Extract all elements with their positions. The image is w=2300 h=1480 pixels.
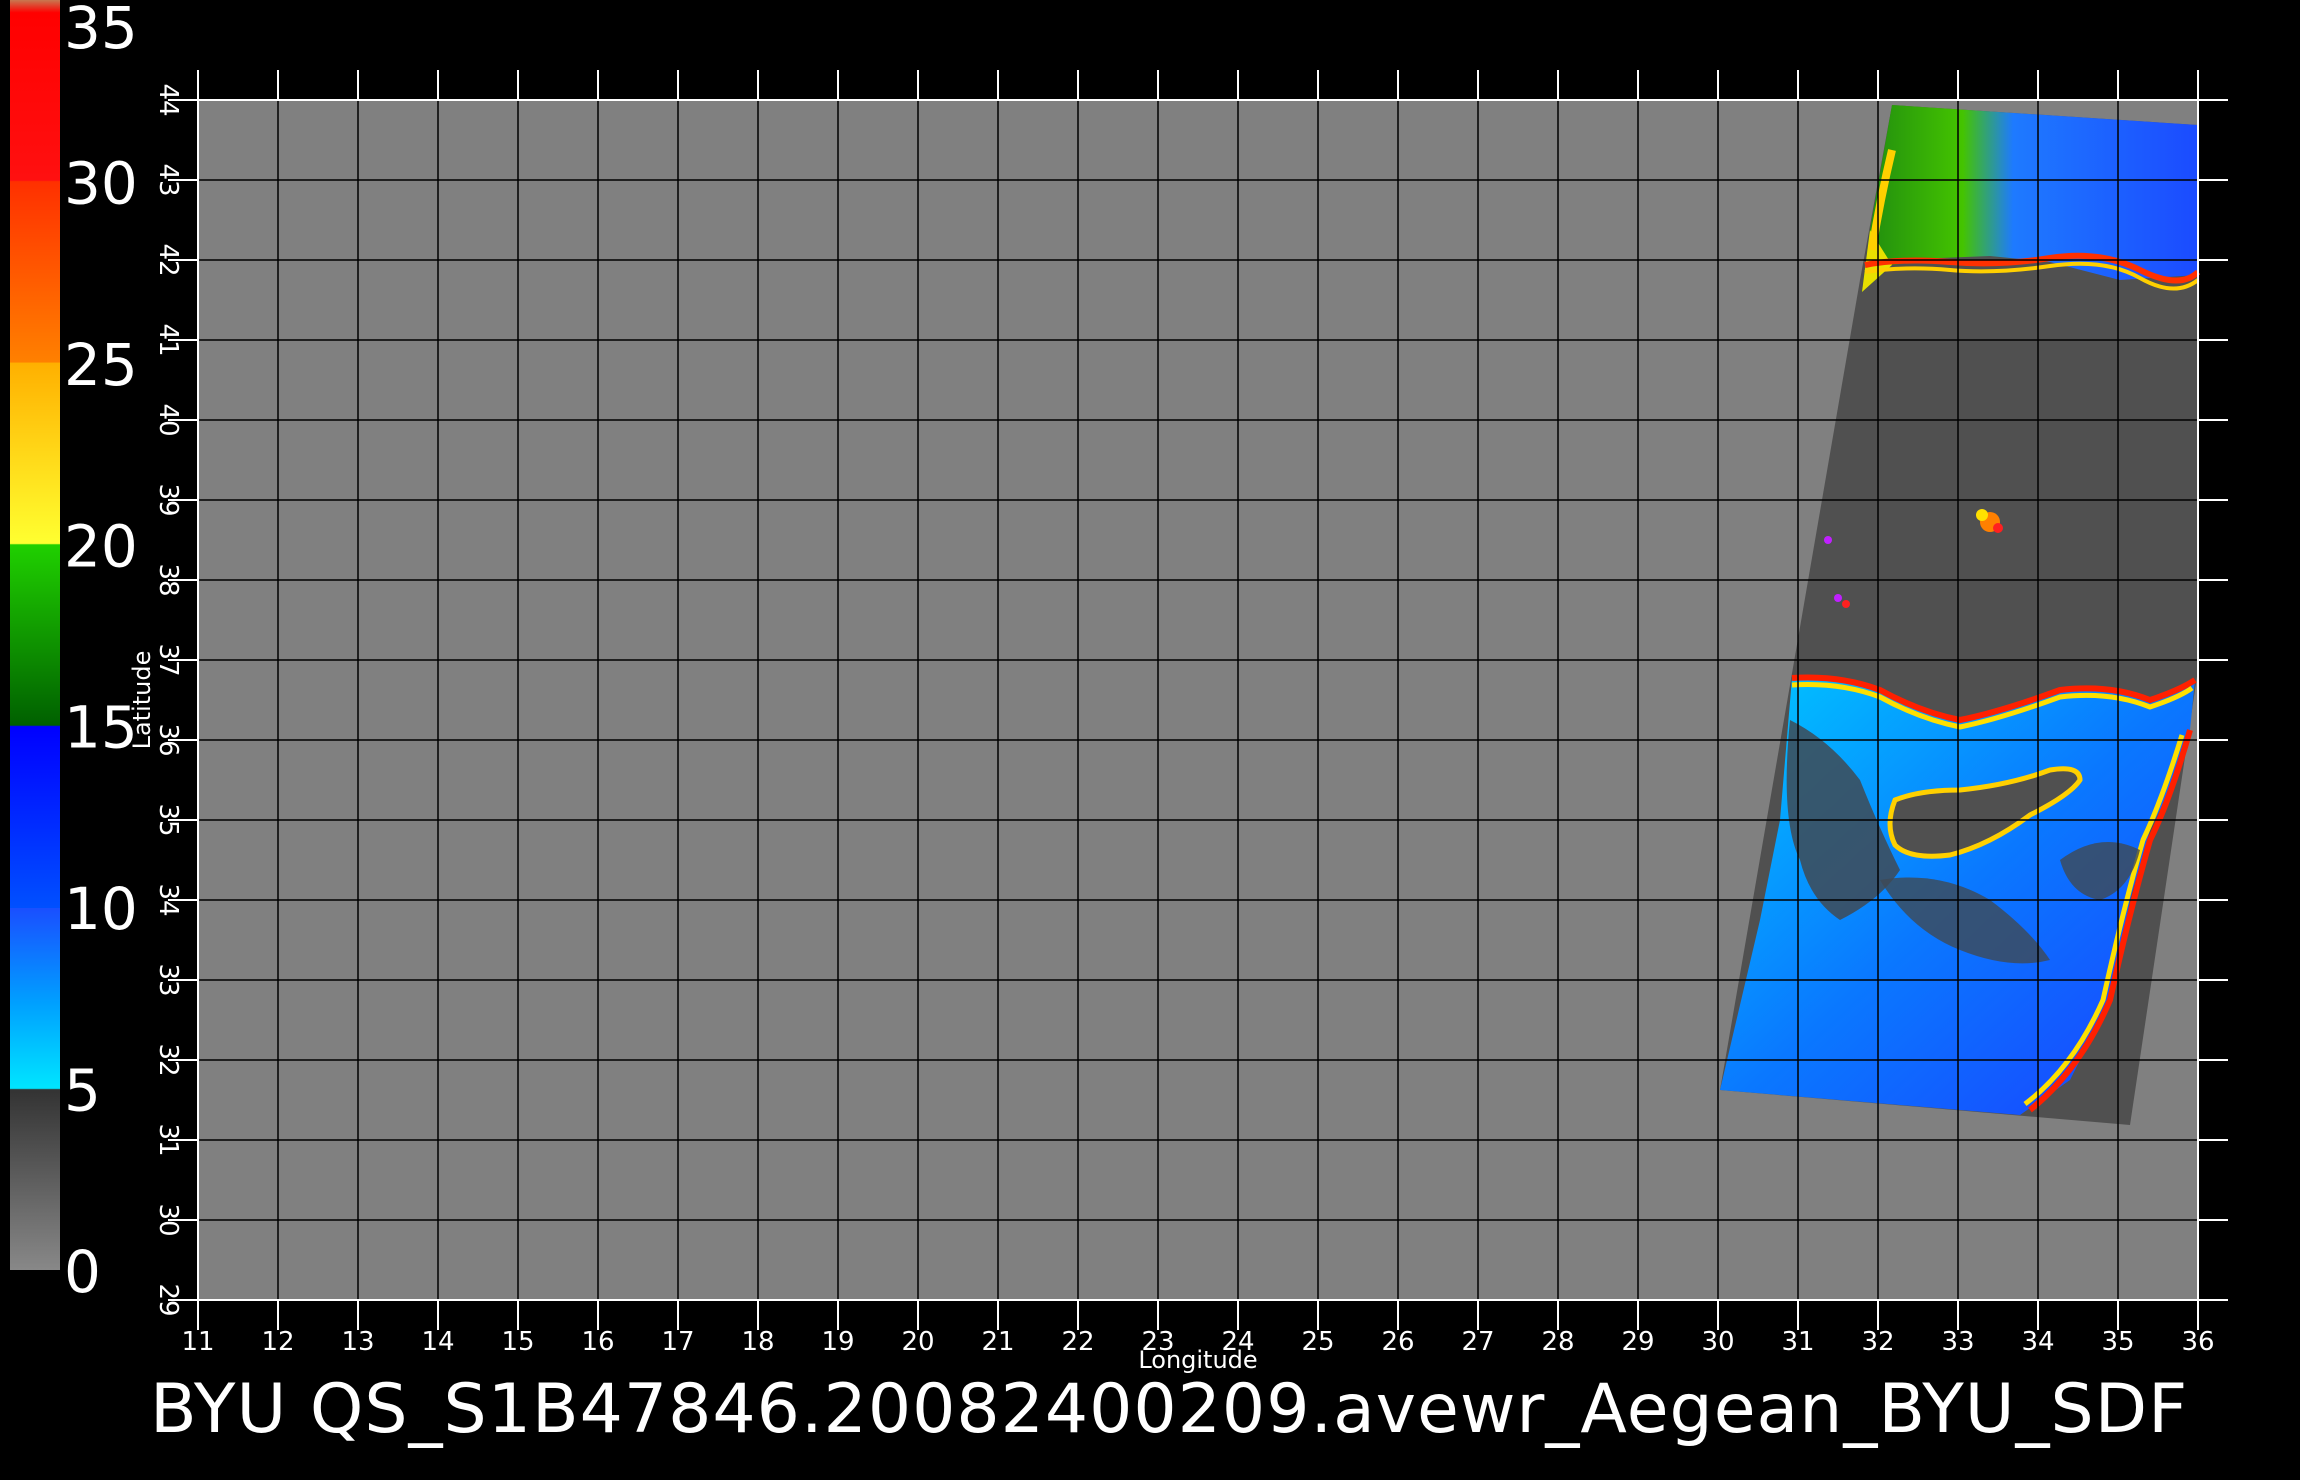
lon-tick-label: 27 bbox=[1461, 1327, 1494, 1357]
lon-tick-label: 11 bbox=[181, 1327, 214, 1357]
colorbar: 0 5 10 15 20 25 30 35 bbox=[10, 0, 138, 1306]
lon-tick-label: 29 bbox=[1621, 1327, 1654, 1357]
lat-tick-label: 37 bbox=[153, 643, 183, 676]
lon-tick-label: 18 bbox=[741, 1327, 774, 1357]
product-title: BYU QS_S1B47846.20082400209.avewr_Aegean… bbox=[150, 1370, 2189, 1449]
lat-tick-label: 33 bbox=[153, 963, 183, 996]
lon-tick-label: 32 bbox=[1861, 1327, 1894, 1357]
lat-tick-label: 43 bbox=[153, 163, 183, 196]
lat-tick-label: 39 bbox=[153, 483, 183, 516]
lon-tick-label: 20 bbox=[901, 1327, 934, 1357]
lat-tick-label: 34 bbox=[153, 883, 183, 916]
lon-tick-label: 16 bbox=[581, 1327, 614, 1357]
lat-tick-label: 41 bbox=[153, 323, 183, 356]
colorbar-tick-label: 10 bbox=[64, 875, 138, 943]
colorbar-tick-label: 25 bbox=[64, 331, 138, 399]
colorbar-tick-label: 0 bbox=[64, 1238, 101, 1306]
lat-tick-label: 42 bbox=[153, 243, 183, 276]
colorbar-tick-label: 35 bbox=[64, 0, 138, 62]
lon-tick-label: 35 bbox=[2101, 1327, 2134, 1357]
lon-tick-label: 21 bbox=[981, 1327, 1014, 1357]
colorbar-tick-label: 20 bbox=[64, 512, 138, 580]
colorbar-tick-label: 15 bbox=[64, 694, 138, 762]
lat-tick-label: 38 bbox=[153, 563, 183, 596]
map-panel: 11 12 13 14 15 16 17 18 19 20 21 22 23 24 25 26 27 28 29 30… bbox=[128, 70, 2228, 1374]
lon-tick-label: 34 bbox=[2021, 1327, 2054, 1357]
lon-tick-label: 30 bbox=[1701, 1327, 1734, 1357]
lat-tick-label: 30 bbox=[153, 1203, 183, 1236]
lon-tick-label: 26 bbox=[1381, 1327, 1414, 1357]
lon-tick-label: 36 bbox=[2181, 1327, 2214, 1357]
lon-tick-label: 33 bbox=[1941, 1327, 1974, 1357]
lon-tick-label: 12 bbox=[261, 1327, 294, 1357]
colorbar-ramp bbox=[10, 0, 60, 1270]
latitude-tick-labels: 29 30 31 32 33 34 35 36 37 38 39 40 41 42 43 44 bbox=[153, 83, 183, 1316]
lat-tick-label: 44 bbox=[153, 83, 183, 116]
lon-tick-label: 14 bbox=[421, 1327, 454, 1357]
lon-tick-label: 19 bbox=[821, 1327, 854, 1357]
lat-tick-label: 35 bbox=[153, 803, 183, 836]
lat-tick-label: 40 bbox=[153, 403, 183, 436]
lat-tick-label: 32 bbox=[153, 1043, 183, 1076]
lat-tick-label: 36 bbox=[153, 723, 183, 756]
map-figure: 0 5 10 15 20 25 30 35 11 12 13 14 15 16 17 18 1… bbox=[10, 0, 2228, 1374]
colorbar-tick-label: 5 bbox=[64, 1057, 101, 1125]
y-axis-title: Latitude bbox=[128, 651, 156, 750]
colorbar-tick-label: 30 bbox=[64, 149, 138, 217]
lon-tick-label: 13 bbox=[341, 1327, 374, 1357]
lon-tick-label: 22 bbox=[1061, 1327, 1094, 1357]
lon-tick-label: 28 bbox=[1541, 1327, 1574, 1357]
lon-tick-label: 15 bbox=[501, 1327, 534, 1357]
lon-tick-label: 25 bbox=[1301, 1327, 1334, 1357]
lon-tick-label: 31 bbox=[1781, 1327, 1814, 1357]
lat-tick-label: 31 bbox=[153, 1123, 183, 1156]
lon-tick-label: 17 bbox=[661, 1327, 694, 1357]
lat-tick-label: 29 bbox=[153, 1283, 183, 1316]
